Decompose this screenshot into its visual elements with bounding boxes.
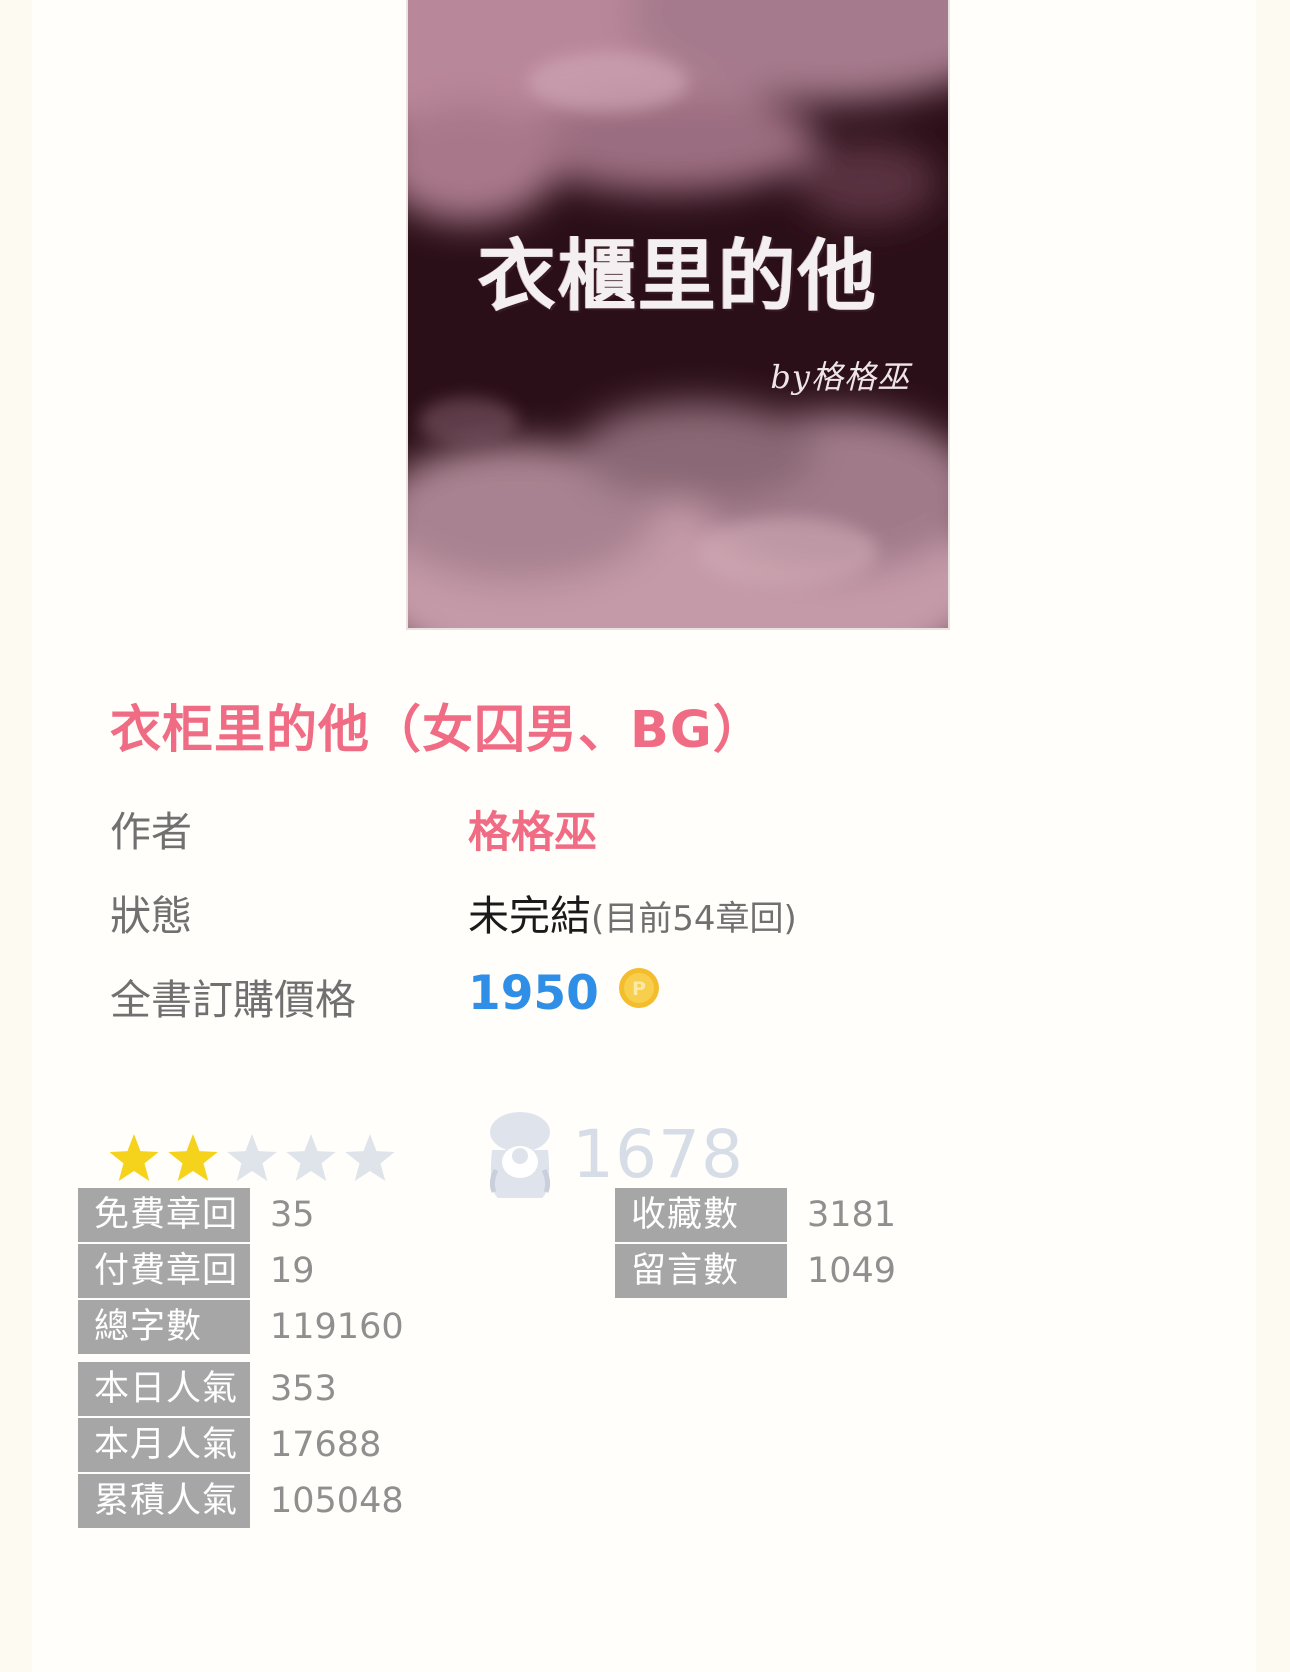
stat-label: 免費章回	[78, 1188, 250, 1242]
book-cover-image[interactable]: 衣櫃里的他 by格格巫	[406, 0, 950, 630]
status-value: 未完結	[468, 892, 591, 940]
price-row: 全書訂購價格 1950 P	[110, 966, 1010, 1024]
author-link[interactable]: 格格巫	[468, 808, 597, 858]
status-row: 狀態 未完結(目前54章回)	[110, 882, 1010, 940]
author-row: 作者 格格巫	[110, 798, 1010, 858]
status-chapter-count: (目前54章回)	[591, 899, 797, 939]
stat-label: 付費章回	[78, 1244, 250, 1298]
price-value: 1950	[468, 966, 599, 1021]
stat-value: 35	[270, 1195, 315, 1235]
stat-value: 1049	[807, 1251, 897, 1291]
p-coin-icon: P	[618, 967, 660, 1013]
cover-title-text: 衣櫃里的他	[477, 231, 878, 322]
stat-value: 3181	[807, 1195, 897, 1235]
stat-value: 105048	[270, 1481, 404, 1521]
stat-value: 119160	[270, 1307, 404, 1347]
star-rating-graphic	[110, 1134, 395, 1181]
stat-value: 17688	[270, 1425, 382, 1465]
stat-label: 本月人氣	[78, 1418, 250, 1472]
stat-value: 353	[270, 1369, 337, 1409]
star-empty-icon[interactable]	[227, 1134, 277, 1181]
favorite-bag-icon[interactable]	[482, 1110, 558, 1206]
stat-label: 累積人氣	[78, 1474, 250, 1528]
star-rating[interactable]	[110, 1128, 410, 1188]
cover-byline-text: by格格巫	[770, 358, 910, 396]
star-filled-icon[interactable]	[168, 1134, 218, 1181]
book-detail-page: 衣櫃里的他 by格格巫 衣柜里的他（女囚男、BG） 作者 格格巫 狀態 未完結(…	[32, 0, 1256, 1672]
stat-label: 總字數	[78, 1300, 250, 1354]
stat-label: 收藏數	[615, 1188, 787, 1242]
status-label: 狀態	[110, 892, 192, 940]
author-label: 作者	[110, 808, 192, 856]
svg-text:P: P	[632, 978, 646, 1000]
star-empty-icon[interactable]	[345, 1134, 395, 1181]
price-label: 全書訂購價格	[110, 976, 356, 1024]
star-filled-icon[interactable]	[110, 1134, 159, 1181]
book-title: 衣柜里的他（女囚男、BG）	[110, 701, 765, 760]
star-empty-icon[interactable]	[286, 1134, 336, 1181]
stat-label: 留言數	[615, 1244, 787, 1298]
stat-value: 19	[270, 1251, 315, 1291]
stat-label: 本日人氣	[78, 1362, 250, 1416]
favorites-count: 1678	[572, 1116, 744, 1193]
